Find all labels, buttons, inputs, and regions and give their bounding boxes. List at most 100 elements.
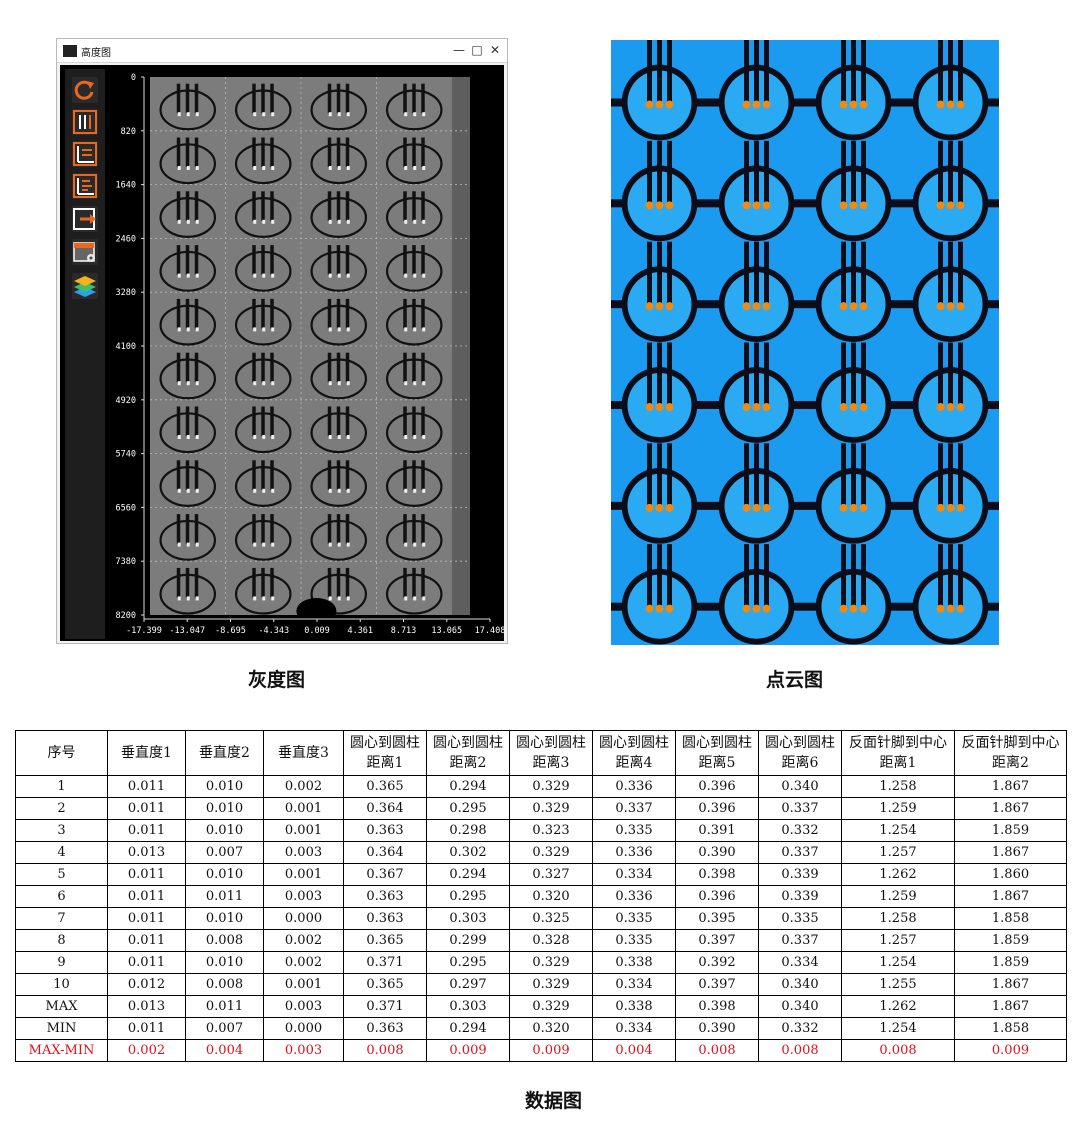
pin-tip — [337, 596, 341, 601]
cloud-pin-tip — [762, 100, 771, 109]
pin-tip — [195, 166, 199, 171]
pin-tip — [186, 488, 190, 493]
pin-shadow — [403, 137, 407, 168]
table-cell: 0.363 — [343, 1017, 427, 1040]
image-settings-button[interactable] — [72, 239, 98, 265]
pin-tip — [413, 273, 417, 278]
table-cell: 9 — [15, 951, 108, 974]
table-cell: 0.365 — [343, 775, 427, 798]
pin-shadow — [194, 298, 199, 329]
minimize-button[interactable]: — — [451, 42, 467, 58]
table-row: MIN 0.011 0.007 0.000 0.363 0.294 0.320 0.334 0.… — [15, 1017, 1067, 1040]
y-tick-label: 8200 — [116, 611, 136, 621]
pin-shadow — [345, 567, 350, 598]
cloud-pin — [851, 140, 856, 204]
pin-shadow — [345, 514, 350, 544]
cloud-ear — [890, 300, 902, 309]
height-map-plot[interactable]: 0 820 1640 2460 3280 4100 4920 5740 6560 7380 8200… — [107, 65, 506, 641]
pin-tip — [177, 273, 181, 278]
table-cell: 0.013 — [107, 841, 186, 864]
cloud-pin — [744, 40, 749, 103]
table-cell: 0.340 — [758, 973, 842, 996]
pin-tip — [404, 381, 408, 386]
pin-tip — [262, 219, 266, 224]
column-header-line1: 圆心到圆柱 — [599, 735, 669, 751]
cloud-ear — [890, 401, 902, 410]
vertical-measure-button[interactable] — [72, 109, 98, 135]
table-cell: 1.254 — [841, 1017, 955, 1040]
table-cell: 0.294 — [426, 863, 510, 886]
cloud-ear — [793, 501, 805, 510]
pin-shadow — [176, 191, 181, 221]
pin-shadow — [176, 406, 181, 437]
cloud-pin-tip — [936, 100, 945, 109]
table-cell: 1 — [15, 775, 108, 798]
pin-tip — [195, 112, 199, 117]
layers-icon — [74, 276, 96, 297]
pin-shadow — [421, 567, 425, 598]
cloud-pin-tip — [956, 201, 965, 210]
table-cell: 0.009 — [426, 1039, 510, 1062]
cloud-pin-tip — [655, 100, 664, 109]
column-header-line2: 距离6 — [781, 755, 819, 771]
pin-tip — [262, 327, 266, 332]
cloud-pin — [938, 40, 943, 103]
table-cell: 0.335 — [592, 907, 676, 930]
pin-shadow — [261, 352, 265, 383]
pin-tip — [262, 488, 266, 493]
cloud-ear — [708, 602, 720, 611]
pin-tip — [337, 435, 341, 440]
pin-shadow — [185, 514, 190, 544]
table-cell: 0.337 — [758, 841, 842, 864]
table-cell: 0.392 — [675, 951, 759, 974]
pin-tip — [328, 488, 332, 493]
table-cell: 0.011 — [185, 995, 264, 1018]
table-cell: 0.340 — [758, 995, 842, 1018]
pin-shadow — [261, 298, 265, 329]
cloud-pin-tip — [742, 503, 751, 512]
close-button[interactable]: ✕ — [487, 42, 503, 58]
cloud-pin — [764, 544, 769, 607]
axis-measure-2-button[interactable] — [72, 173, 98, 199]
cloud-ear — [611, 98, 623, 107]
pin-tip — [262, 381, 266, 386]
cloud-pin — [851, 443, 856, 506]
table-cell: 0.391 — [675, 819, 759, 842]
cloud-pin — [764, 342, 769, 406]
column-header-line2: 距离1 — [366, 755, 404, 771]
table-cell: 1.867 — [954, 885, 1067, 908]
pin-shadow — [252, 460, 256, 490]
pin-shadow — [336, 514, 341, 544]
pin-tip — [271, 435, 275, 440]
table-cell: 1.859 — [954, 819, 1067, 842]
pin-tip — [253, 219, 257, 224]
cloud-pin-tip — [839, 604, 848, 613]
pin-tip — [413, 327, 417, 332]
table-cell: 0.008 — [185, 929, 264, 952]
pin-shadow — [327, 245, 332, 275]
pin-tip — [404, 112, 408, 117]
pin-shadow — [327, 352, 332, 383]
cloud-ear — [793, 199, 805, 208]
pin-tip — [413, 219, 417, 224]
pin-tip — [422, 596, 426, 601]
table-cell: 0.396 — [675, 797, 759, 820]
pin-shadow — [270, 245, 274, 275]
cloud-ear — [890, 98, 902, 107]
height-map-canvas[interactable]: 0 820 1640 2460 3280 4100 4920 5740 6560 7380 8200… — [107, 65, 506, 641]
export-button[interactable] — [72, 206, 98, 232]
maximize-button[interactable]: □ — [469, 42, 485, 58]
table-cell: 0.010 — [185, 951, 264, 974]
window-title: 高度图 — [81, 48, 111, 59]
axis-measure-button[interactable] — [72, 141, 98, 167]
table-cell: 0.364 — [343, 797, 427, 820]
pin-tip — [177, 596, 181, 601]
pin-shadow — [421, 514, 425, 544]
pin-shadow — [270, 137, 274, 168]
refresh-button[interactable] — [72, 77, 98, 103]
cloud-pin — [667, 241, 672, 305]
table-cell: 0.009 — [954, 1039, 1067, 1062]
window-titlebar[interactable]: 高度图 — □ ✕ — [57, 39, 507, 63]
cloud-pin — [764, 40, 769, 103]
layers-button[interactable] — [72, 273, 98, 299]
